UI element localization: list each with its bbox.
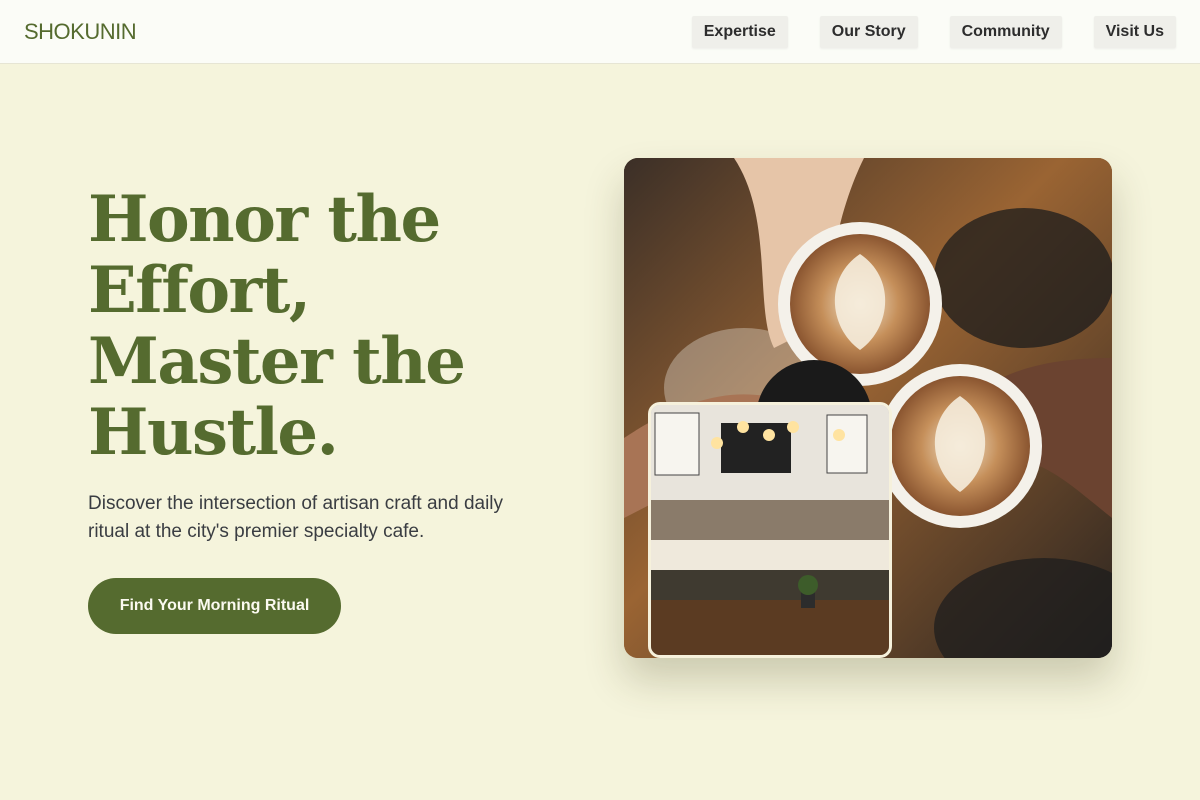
headline-line-4: Hustle.: [88, 395, 339, 470]
main-nav: Expertise Our Story Community Visit Us: [691, 15, 1176, 48]
nav-item-community[interactable]: Community: [949, 15, 1062, 48]
cafe-interior-illustration: [651, 405, 889, 655]
headline-line-2: Effort,: [88, 253, 311, 328]
nav-item-our-story[interactable]: Our Story: [819, 15, 918, 48]
brand-logo[interactable]: SHOKUNIN: [24, 19, 137, 45]
nav-item-expertise[interactable]: Expertise: [691, 15, 788, 48]
cafe-interior-photo: [648, 402, 892, 658]
hero-headline: Honor the Effort, Master the Hustle.: [88, 184, 558, 468]
top-navbar: SHOKUNIN Expertise Our Story Community V…: [0, 0, 1200, 64]
headline-line-1: Honor the: [88, 182, 441, 257]
hero-section: Honor the Effort, Master the Hustle. Dis…: [88, 184, 558, 634]
hero-subtitle: Discover the intersection of artisan cra…: [88, 493, 504, 542]
find-morning-ritual-button[interactable]: Find Your Morning Ritual: [88, 578, 341, 634]
headline-line-3: Master the: [88, 324, 466, 399]
nav-item-visit-us[interactable]: Visit Us: [1093, 15, 1176, 48]
